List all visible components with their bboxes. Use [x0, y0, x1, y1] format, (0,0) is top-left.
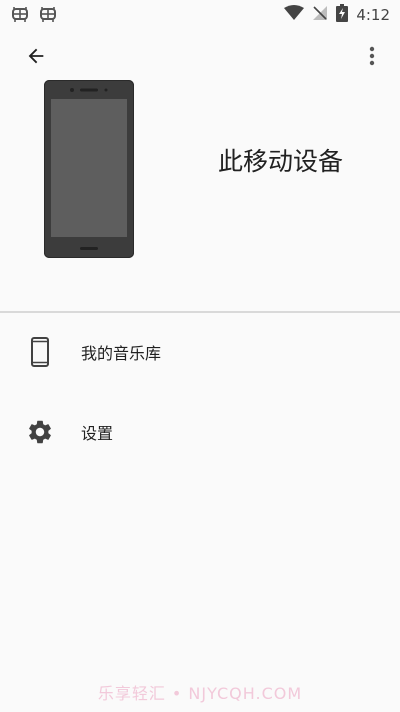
arrow-back-icon — [25, 45, 47, 71]
gear-icon — [24, 416, 56, 448]
more-options-button[interactable] — [352, 38, 392, 78]
android-debug-icon — [10, 5, 30, 27]
status-bar-system: 4:12 — [284, 4, 390, 26]
watermark: 乐享轻汇 • NJYCQH.COM — [97, 684, 303, 703]
device-illustration — [44, 80, 134, 262]
phone-icon — [24, 336, 56, 368]
signal-off-icon — [312, 5, 328, 25]
page-title: 此移动设备 — [218, 147, 344, 176]
list-item-label: 设置 — [81, 424, 114, 443]
status-bar: 4:12 — [0, 0, 400, 28]
battery-charging-icon — [336, 4, 349, 26]
header-divider — [0, 311, 400, 313]
more-vert-icon — [369, 46, 375, 70]
status-time: 4:12 — [356, 6, 390, 24]
back-button[interactable] — [16, 38, 56, 78]
list-item-label: 我的音乐库 — [81, 344, 162, 363]
wifi-icon — [284, 5, 305, 25]
list-item-my-music-library[interactable]: 我的音乐库 — [0, 317, 400, 387]
list-item-settings[interactable]: 设置 — [0, 397, 400, 467]
android-debug-icon — [38, 5, 58, 27]
status-bar-notifications — [10, 5, 58, 27]
